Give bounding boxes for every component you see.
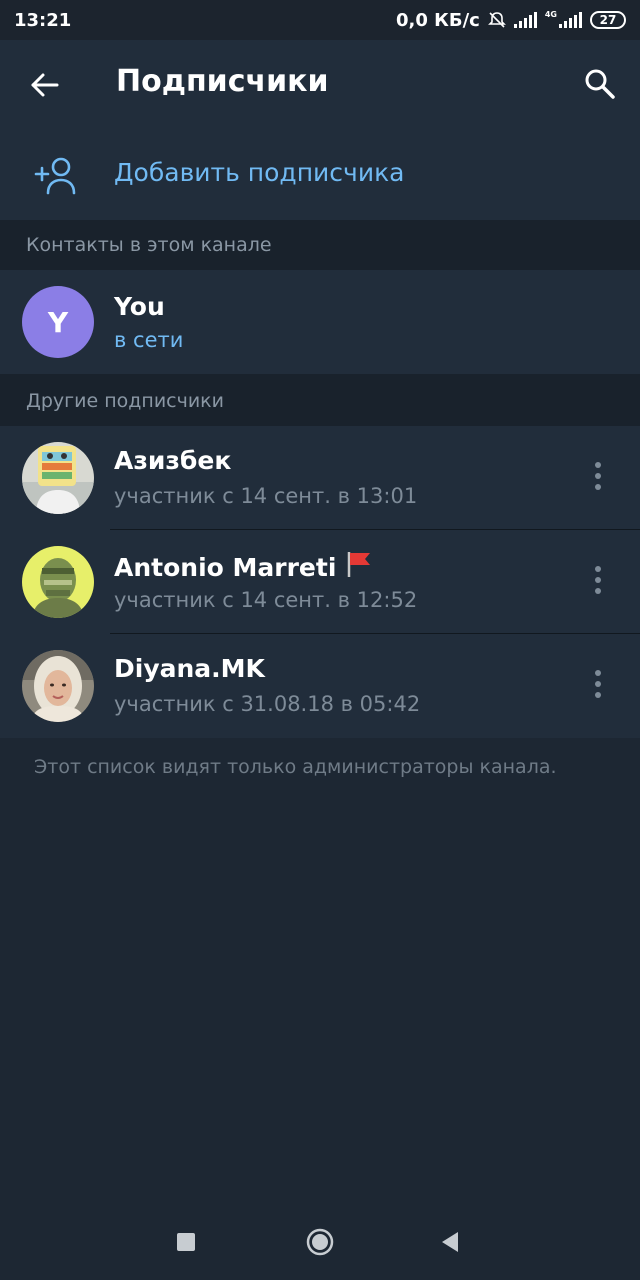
arrow-left-icon[interactable] [28, 68, 62, 102]
admin-visibility-note: Этот список видят только администраторы … [34, 756, 557, 778]
red-flag-icon [348, 552, 371, 577]
screen: 13:21 0,0 КБ/с 4G 27 Подписчики Добавить… [0, 0, 640, 1280]
status-bar: 13:21 0,0 КБ/с 4G 27 [0, 0, 640, 40]
more-options-icon[interactable] [588, 670, 608, 702]
contacts-list: Y You в сети [0, 270, 640, 374]
network-speed: 0,0 КБ/с [396, 9, 480, 31]
app-header: Подписчики [0, 40, 640, 130]
list-item[interactable]: Азизбек участник с 14 сент. в 13:01 [0, 426, 640, 530]
status-indicators: 0,0 КБ/с 4G 27 [396, 10, 626, 31]
contact-name: You [114, 292, 165, 321]
section-header-contacts: Контакты в этом канале [0, 220, 640, 270]
add-subscriber-button[interactable]: Добавить подписчика [0, 130, 640, 220]
avatar [22, 546, 94, 618]
battery-icon: 27 [590, 11, 626, 29]
home-circle-icon[interactable] [306, 1228, 334, 1256]
status-time: 13:21 [14, 9, 72, 31]
section-header-others: Другие подписчики [0, 374, 640, 426]
subscriber-name: Азизбек [114, 446, 232, 475]
bell-muted-icon [487, 12, 506, 28]
subscriber-name-text: Antonio Marreti [114, 553, 337, 582]
subscribers-list: Азизбек участник с 14 сент. в 13:01 Anto… [0, 426, 640, 738]
subscriber-status: участник с 31.08.18 в 05:42 [114, 692, 421, 716]
add-subscriber-label: Добавить подписчика [114, 158, 405, 187]
list-item[interactable]: Y You в сети [0, 270, 640, 374]
contact-status: в сети [114, 328, 184, 352]
more-options-icon[interactable] [588, 566, 608, 598]
network-type: 4G [544, 9, 557, 19]
more-options-icon[interactable] [588, 462, 608, 494]
subscriber-name: Antonio Marreti [114, 550, 372, 582]
back-triangle-icon[interactable] [440, 1230, 460, 1254]
subscriber-status: участник с 14 сент. в 12:52 [114, 588, 418, 612]
subscriber-name: Diyana.MK [114, 654, 265, 683]
avatar [22, 442, 94, 514]
system-nav-bar [0, 1200, 640, 1280]
signal-4g-icon [559, 12, 582, 28]
signal-icon [513, 12, 537, 28]
avatar [22, 650, 94, 722]
search-icon[interactable] [582, 66, 618, 102]
battery-level: 27 [599, 13, 617, 27]
subscriber-status: участник с 14 сент. в 13:01 [114, 484, 418, 508]
recents-square-icon[interactable] [177, 1233, 195, 1251]
add-user-icon [34, 157, 76, 195]
list-item[interactable]: Antonio Marreti участник с 14 сент. в 12… [0, 530, 640, 634]
avatar: Y [22, 286, 94, 358]
page-title: Подписчики [116, 64, 329, 99]
list-item[interactable]: Diyana.MK участник с 31.08.18 в 05:42 [0, 634, 640, 738]
